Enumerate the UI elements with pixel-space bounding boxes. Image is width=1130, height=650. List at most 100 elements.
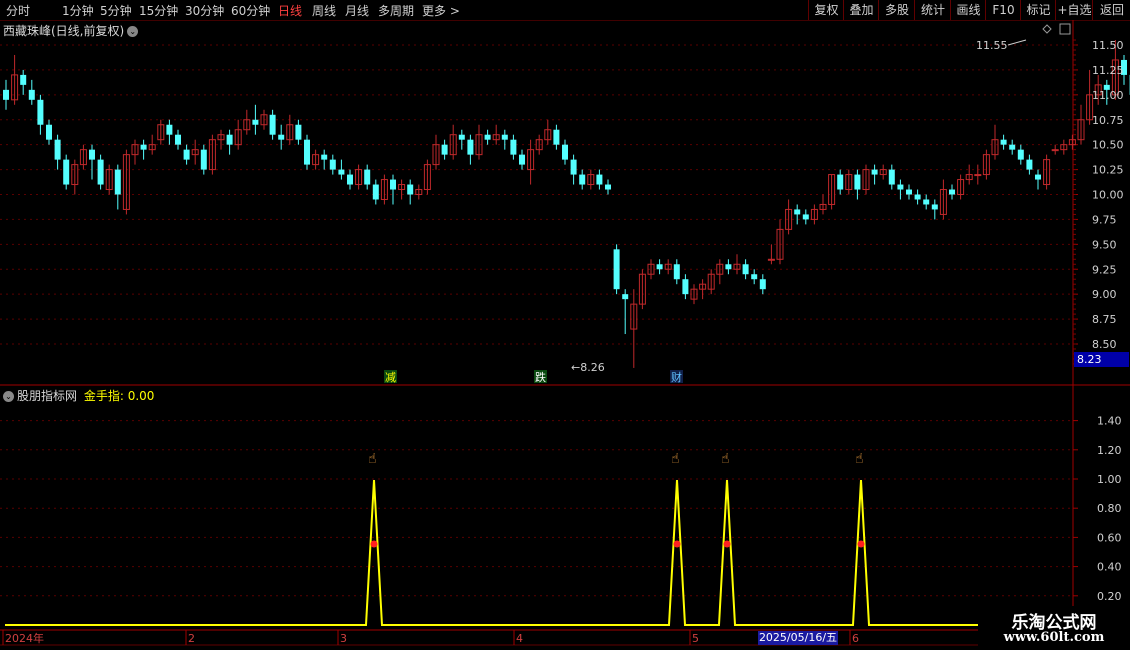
- candle-body-down: [467, 139, 474, 155]
- candle-body-down: [441, 144, 448, 155]
- candle-body-down: [570, 159, 577, 175]
- candle-body-down: [742, 264, 749, 275]
- candle-body-down: [226, 134, 233, 145]
- price-tick-label: 10.00: [1092, 189, 1124, 202]
- hand-pointer-icon: ☝: [368, 451, 377, 467]
- candle-body-up: [974, 174, 982, 177]
- candle-body-down: [37, 99, 44, 125]
- candle-body-down: [252, 119, 259, 125]
- candle-body-down: [622, 294, 629, 300]
- candle-body-down: [854, 174, 861, 190]
- price-tick-label: 9.75: [1092, 213, 1117, 226]
- hand-pointer-icon: ☝: [721, 451, 730, 467]
- candle-body-down: [278, 134, 285, 140]
- watermark-url: www.60lt.com: [1003, 630, 1105, 645]
- candle-body-down: [510, 139, 517, 155]
- price-tick-label: 10.25: [1092, 164, 1124, 177]
- ind-tick-label: 1.00: [1097, 473, 1122, 486]
- candle-body-down: [751, 274, 758, 280]
- price-tick-label: 11.25: [1092, 64, 1124, 77]
- hand-pointer-icon: ☝: [671, 451, 680, 467]
- indicator-line: [5, 479, 978, 626]
- candle-body-down: [949, 189, 955, 195]
- event-marker: 财: [671, 370, 682, 384]
- candle-body-down: [1009, 144, 1016, 150]
- candle-body-down: [140, 144, 147, 150]
- candle-body-down: [89, 149, 95, 160]
- candle-body-down: [519, 154, 525, 165]
- candle-body-down: [97, 159, 104, 185]
- candle-body-down: [1026, 159, 1033, 170]
- candle-body-down: [114, 169, 121, 195]
- candle-body-down: [1017, 149, 1024, 160]
- candle-body-down: [673, 264, 680, 280]
- candle-body-down: [200, 149, 207, 170]
- candle-body-down: [725, 264, 732, 270]
- candle-body-down: [295, 124, 302, 140]
- candle-body-down: [923, 199, 930, 205]
- ind-tick-label: 0.40: [1097, 561, 1122, 574]
- time-label: 5: [692, 632, 699, 645]
- candle-body-down: [175, 134, 181, 145]
- indicator-title: ⌄ 股朋指标网 金手指: 0.00: [3, 387, 154, 404]
- price-tick-label: 9.00: [1092, 288, 1117, 301]
- price-tick-label: 9.50: [1092, 238, 1117, 251]
- current-price-box: 8.23: [1074, 352, 1129, 367]
- candle-body-down: [656, 264, 663, 270]
- indicator-value: 金手指: 0.00: [83, 389, 155, 403]
- candle-body-down: [906, 189, 912, 195]
- price-tick-label: 11.50: [1092, 39, 1124, 52]
- panel-toggle-icon[interactable]: [1059, 23, 1071, 35]
- signal-dot: [673, 540, 681, 548]
- price-tick-label: 11.00: [1092, 89, 1124, 102]
- time-label: 3: [340, 632, 347, 645]
- candle-body-down: [888, 169, 895, 185]
- candle-body-down: [3, 89, 9, 100]
- hand-pointer-icon: ☝: [855, 451, 864, 467]
- low-price-label: ←8.26: [571, 361, 605, 374]
- chart-canvas[interactable]: ☝ ☝ ☝ ☝ 11.50 11.25 11.00 10.75 10.50 10.25 10.00…: [0, 0, 1130, 650]
- cursor-date: 2025/05/16/五: [758, 631, 838, 645]
- high-pointer: [1007, 39, 1027, 46]
- candle-body-down: [484, 134, 491, 140]
- candle-body-down: [54, 139, 61, 160]
- candle-body-down: [897, 184, 904, 190]
- candle-body-down: [46, 124, 52, 140]
- candle-body-down: [794, 209, 801, 215]
- candle-body-down: [1000, 139, 1007, 145]
- high-price-label: 11.55: [976, 39, 1008, 52]
- signal-dot: [370, 540, 378, 548]
- price-tick-label: 8.50: [1092, 338, 1117, 351]
- ind-tick-label: 1.20: [1097, 444, 1122, 457]
- candle-body-down: [63, 159, 70, 185]
- price-tick-label: 10.50: [1092, 139, 1124, 152]
- candle-body-down: [553, 129, 560, 145]
- time-label: 2: [188, 632, 195, 645]
- candle-body-down: [931, 204, 938, 210]
- ind-tick-label: 1.40: [1097, 415, 1122, 428]
- candle-body-down: [501, 134, 508, 140]
- candle-body-down: [338, 169, 345, 175]
- candle-body-up: [767, 258, 775, 261]
- candle-body-down: [1035, 174, 1041, 180]
- candle-body-down: [562, 144, 568, 160]
- diamond-icon[interactable]: [1042, 24, 1052, 34]
- signal-dot: [723, 540, 731, 548]
- chevron-down-icon[interactable]: ⌄: [3, 391, 14, 402]
- candle-body-down: [304, 139, 310, 165]
- candle-body-down: [390, 179, 396, 190]
- event-marker: 跌: [535, 370, 546, 384]
- price-tick-label: 8.75: [1092, 313, 1117, 326]
- candle-body-down: [166, 124, 173, 135]
- ind-tick-label: 0.20: [1097, 590, 1122, 603]
- candle-body-down: [596, 174, 603, 185]
- watermark: 乐淘公式网 www.60lt.com: [978, 606, 1130, 650]
- candle-body-down: [682, 279, 689, 295]
- candle-body-down: [347, 174, 353, 185]
- time-label: 4: [516, 632, 523, 645]
- signal-dot: [857, 540, 865, 548]
- candle-body-up: [1051, 149, 1059, 152]
- event-marker: 减: [385, 371, 396, 384]
- price-tick-label: 9.25: [1092, 263, 1117, 276]
- ind-tick-label: 0.60: [1097, 531, 1122, 544]
